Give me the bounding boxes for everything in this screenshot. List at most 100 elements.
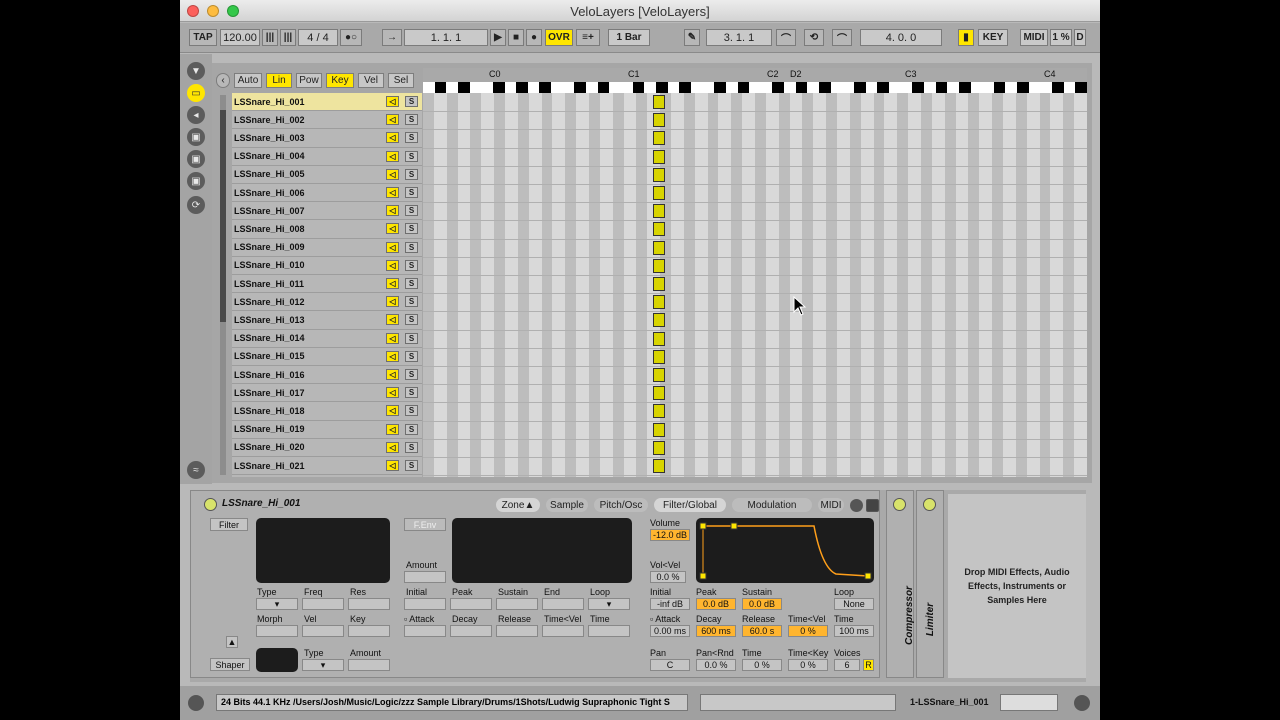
record-button[interactable]: ● bbox=[526, 29, 542, 46]
zone-key-range[interactable] bbox=[653, 186, 665, 200]
overdub-button[interactable]: OVR bbox=[545, 29, 573, 46]
black-key[interactable] bbox=[877, 82, 889, 93]
mode-pow-button[interactable]: Pow bbox=[296, 73, 322, 88]
zone-key-range[interactable] bbox=[653, 258, 665, 273]
automation-arm-button[interactable]: ≡+ bbox=[576, 29, 600, 46]
solo-button[interactable]: S bbox=[405, 350, 418, 362]
tab-pitch-osc[interactable]: Pitch/Osc bbox=[594, 498, 648, 512]
black-key[interactable] bbox=[1075, 82, 1087, 93]
zone-key-range[interactable] bbox=[653, 277, 665, 291]
nudge-down-button[interactable]: ||| bbox=[262, 29, 278, 46]
folder-2-icon[interactable]: ▣ bbox=[187, 150, 205, 168]
sample-row[interactable]: LSSnare_Hi_004 ◁ S bbox=[232, 148, 422, 166]
solo-button[interactable]: S bbox=[405, 187, 418, 199]
speaker-icon[interactable]: ◁ bbox=[386, 423, 399, 435]
key-field[interactable] bbox=[348, 625, 390, 637]
folder-1-icon[interactable]: ▣ bbox=[187, 128, 205, 146]
solo-button[interactable]: S bbox=[405, 332, 418, 344]
amp-time-field[interactable]: 100 ms bbox=[834, 625, 874, 637]
amp-sustain-field[interactable]: 0.0 dB bbox=[742, 598, 782, 610]
sample-row[interactable]: LSSnare_Hi_015 ◁ S bbox=[232, 348, 422, 366]
black-key[interactable] bbox=[935, 82, 948, 93]
mode-key-button[interactable]: Key bbox=[326, 73, 354, 88]
black-key[interactable] bbox=[632, 82, 645, 93]
speaker-icon[interactable]: ◁ bbox=[386, 387, 399, 399]
play-button[interactable]: ▶ bbox=[490, 29, 506, 46]
sample-row[interactable]: LSSnare_Hi_009 ◁ S bbox=[232, 239, 422, 257]
speaker-icon[interactable]: ◁ bbox=[386, 205, 399, 217]
sample-row[interactable]: LSSnare_Hi_008 ◁ S bbox=[232, 220, 422, 239]
filter-envelope-toggle[interactable]: F.Env bbox=[404, 518, 446, 531]
fe-time-field[interactable] bbox=[588, 625, 630, 637]
pan-time-field[interactable]: 0 % bbox=[742, 659, 782, 671]
vertical-scrollbar[interactable] bbox=[220, 95, 226, 475]
voices-dropdown[interactable]: 6 bbox=[834, 659, 860, 671]
samples-icon[interactable]: ⟳ bbox=[187, 196, 205, 214]
sample-row[interactable]: LSSnare_Hi_016 ◁ S bbox=[232, 366, 422, 385]
speaker-icon[interactable]: ◁ bbox=[386, 223, 399, 235]
zone-key-range[interactable] bbox=[653, 459, 665, 473]
solo-button[interactable]: S bbox=[405, 168, 418, 180]
speaker-icon[interactable]: ◁ bbox=[386, 460, 399, 472]
metronome-button[interactable]: ●○ bbox=[340, 29, 362, 46]
zone-key-range[interactable] bbox=[653, 113, 665, 128]
device-save-icon[interactable] bbox=[866, 499, 879, 512]
loop-start-field[interactable]: 3. 1. 1 bbox=[706, 29, 772, 46]
sample-row[interactable]: LSSnare_Hi_001 ◁ S bbox=[232, 93, 422, 112]
solo-button[interactable]: S bbox=[405, 205, 418, 217]
zone-key-range[interactable] bbox=[653, 240, 665, 255]
speaker-icon[interactable]: ◁ bbox=[386, 314, 399, 326]
shaper-amount-field[interactable] bbox=[348, 659, 390, 671]
zone-key-range[interactable] bbox=[653, 295, 665, 310]
tab-zone[interactable]: Zone ▲ bbox=[496, 498, 540, 512]
folder-3-icon[interactable]: ▣ bbox=[187, 172, 205, 190]
speaker-icon[interactable]: ◁ bbox=[386, 369, 399, 381]
black-key[interactable] bbox=[1052, 82, 1064, 93]
amp-peak-field[interactable]: 0.0 dB bbox=[696, 598, 736, 610]
nudge-up-button[interactable]: ||| bbox=[280, 29, 296, 46]
speaker-icon[interactable]: ◁ bbox=[386, 187, 399, 199]
black-key[interactable] bbox=[597, 82, 610, 93]
black-key[interactable] bbox=[993, 82, 1006, 93]
shaper-toggle[interactable]: Shaper bbox=[210, 658, 250, 671]
sample-row[interactable]: LSSnare_Hi_010 ◁ S bbox=[232, 257, 422, 275]
solo-button[interactable]: S bbox=[405, 369, 418, 381]
fe-decay-field[interactable] bbox=[450, 625, 492, 637]
sample-row[interactable]: LSSnare_Hi_003 ◁ S bbox=[232, 129, 422, 148]
collapse-zone-editor-button[interactable]: ‹ bbox=[216, 73, 230, 88]
sample-row[interactable]: LSSnare_Hi_012 ◁ S bbox=[232, 293, 422, 312]
tap-button[interactable]: TAP bbox=[189, 29, 217, 46]
tab-filter-global[interactable]: Filter/Global bbox=[654, 498, 726, 512]
zone-key-range[interactable] bbox=[653, 131, 665, 146]
solo-button[interactable]: S bbox=[405, 460, 418, 472]
song-position-field[interactable]: 1. 1. 1 bbox=[404, 29, 488, 46]
zone-key-range[interactable] bbox=[653, 313, 665, 328]
solo-button[interactable]: S bbox=[405, 150, 418, 162]
zone-key-range[interactable] bbox=[653, 95, 665, 109]
fe-initial-field[interactable] bbox=[404, 598, 446, 610]
mode-lin-button[interactable]: Lin bbox=[266, 73, 292, 88]
follow-button[interactable]: → bbox=[382, 29, 402, 46]
zone-key-range[interactable] bbox=[653, 386, 665, 401]
speaker-icon[interactable]: ◁ bbox=[386, 96, 399, 108]
solo-button[interactable]: S bbox=[405, 132, 418, 144]
solo-button[interactable]: S bbox=[405, 114, 418, 126]
retrigger-button[interactable]: R bbox=[863, 659, 874, 671]
black-key[interactable] bbox=[795, 82, 808, 93]
sample-row[interactable]: LSSnare_Hi_017 ◁ S bbox=[232, 384, 422, 403]
zone-key-range[interactable] bbox=[653, 440, 665, 455]
loop-button[interactable]: ⟲ bbox=[804, 29, 824, 46]
black-key[interactable] bbox=[737, 82, 750, 93]
black-key[interactable] bbox=[434, 82, 447, 93]
scrollbar-thumb[interactable] bbox=[220, 110, 226, 322]
amp-timevel-field[interactable]: 0 % bbox=[788, 625, 828, 637]
draw-mode-button[interactable]: ✎ bbox=[684, 29, 700, 46]
res-field[interactable] bbox=[348, 598, 390, 610]
sample-row[interactable]: LSSnare_Hi_007 ◁ S bbox=[232, 202, 422, 221]
speaker-icon[interactable]: ◁ bbox=[386, 259, 399, 271]
sample-row[interactable]: LSSnare_Hi_013 ◁ S bbox=[232, 311, 422, 330]
punch-out-button[interactable]: ⌒ bbox=[832, 29, 852, 46]
speaker-icon[interactable]: ◁ bbox=[386, 168, 399, 180]
speaker-icon[interactable]: ◁ bbox=[386, 405, 399, 417]
black-key[interactable] bbox=[772, 82, 785, 93]
